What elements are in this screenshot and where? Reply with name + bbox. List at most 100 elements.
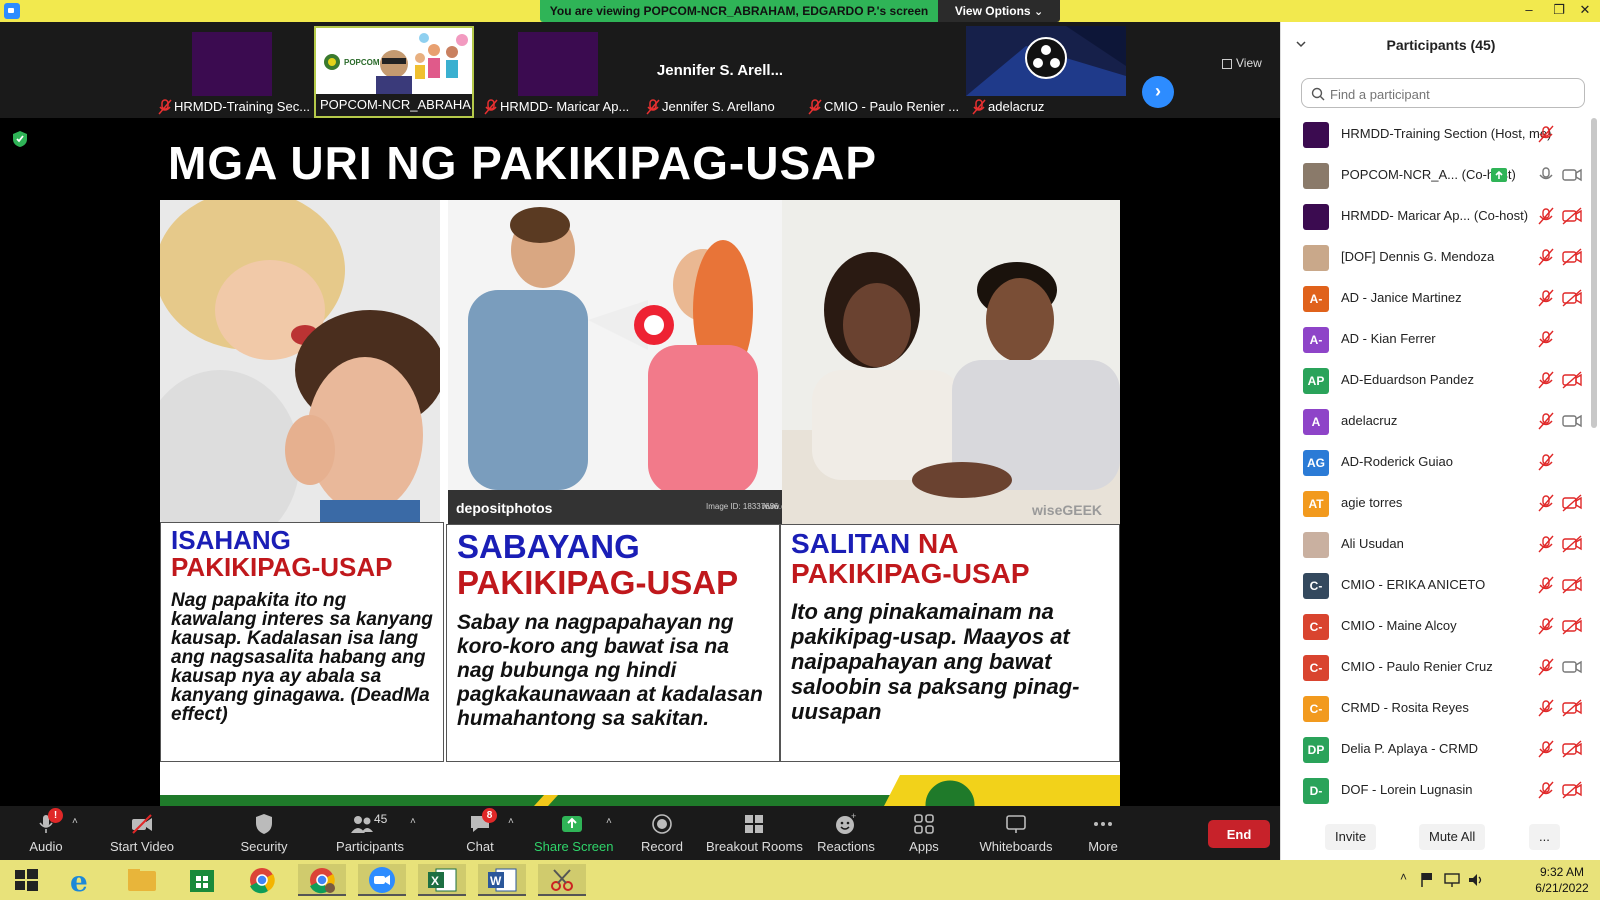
video-thumbnail[interactable]: HRMDD- Maricar Ap... [478, 26, 638, 118]
view-options-button[interactable]: View Options ⌄ [938, 0, 1060, 22]
taskbar-chrome-profile[interactable] [298, 864, 346, 896]
mic-muted-icon[interactable] [1537, 781, 1555, 799]
mic-muted-icon[interactable] [1537, 412, 1555, 430]
mic-muted-icon[interactable] [1537, 494, 1555, 512]
mic-muted-icon[interactable] [1537, 699, 1555, 717]
next-page-arrow-button[interactable]: › [1142, 76, 1174, 108]
record-button[interactable]: Record [638, 806, 686, 860]
tray-overflow-caret[interactable]: ˄ [1400, 870, 1407, 884]
video-thumbnail[interactable]: CMIO - Paulo Renier ... [802, 26, 962, 118]
participant-row[interactable]: HRMDD-Training Section (Host, me) [1281, 114, 1591, 155]
participant-row[interactable]: POPCOM-NCR_A... (Co-host) [1281, 155, 1591, 196]
participant-row[interactable]: Aadelacruz [1281, 401, 1591, 442]
video-camera-off-icon[interactable] [1561, 207, 1583, 225]
participant-row[interactable]: AG AD-Roderick Guiao [1281, 442, 1591, 483]
breakout-rooms-button[interactable]: Breakout Rooms [706, 806, 803, 860]
participant-name: AD-Eduardson Pandez [1341, 372, 1474, 387]
volume-icon[interactable] [1468, 872, 1484, 888]
video-camera-off-icon[interactable] [1561, 699, 1583, 717]
participant-row[interactable]: A- AD - Kian Ferrer [1281, 319, 1591, 360]
whiteboards-button[interactable]: Whiteboards [976, 806, 1056, 860]
more-options-button[interactable]: ... [1529, 824, 1560, 850]
microphone-icon[interactable] [1537, 166, 1555, 184]
mic-muted-icon[interactable] [1537, 617, 1555, 635]
network-icon[interactable] [1444, 872, 1460, 888]
mic-muted-icon[interactable] [1537, 125, 1555, 143]
taskbar-word[interactable]: W [478, 864, 526, 896]
mic-muted-icon[interactable] [1537, 535, 1555, 553]
mic-muted-icon[interactable] [1537, 330, 1555, 348]
participant-row[interactable]: [DOF] Dennis G. Mendoza [1281, 237, 1591, 278]
mic-muted-icon[interactable] [1537, 658, 1555, 676]
mic-muted-icon[interactable] [1537, 371, 1555, 389]
video-thumbnail-active-speaker[interactable]: POPCOM POPCOM-NCR_ABRAHA... [314, 26, 474, 118]
participant-search-input[interactable] [1330, 84, 1580, 104]
reactions-button[interactable]: + Reactions [814, 806, 878, 860]
taskbar-file-explorer[interactable] [118, 864, 166, 896]
encryption-shield-icon[interactable] [12, 130, 28, 148]
more-button[interactable]: More [1080, 806, 1126, 860]
audio-button[interactable]: ! Audio [18, 806, 74, 860]
view-toggle-button[interactable]: View [1222, 56, 1262, 70]
video-camera-off-icon[interactable] [1561, 494, 1583, 512]
participant-list-scrollbar[interactable] [1591, 118, 1597, 428]
video-thumbnail[interactable]: adelacruz [966, 26, 1126, 118]
taskbar-excel[interactable]: X [418, 864, 466, 896]
participant-row[interactable]: C- CMIO - Paulo Renier Cruz [1281, 647, 1591, 688]
video-thumbnail[interactable]: HRMDD-Training Sec... [152, 26, 312, 118]
video-camera-icon[interactable] [1561, 166, 1583, 184]
taskbar-snipping-tool[interactable] [538, 864, 586, 896]
participant-search-box[interactable] [1301, 78, 1585, 108]
video-camera-off-icon[interactable] [1561, 740, 1583, 758]
participant-row[interactable]: Ali Usudan [1281, 524, 1591, 565]
participant-row[interactable]: C- CMIO - ERIKA ANICETO [1281, 565, 1591, 606]
end-meeting-button[interactable]: End [1208, 820, 1270, 848]
invite-button[interactable]: Invite [1325, 824, 1377, 850]
mute-all-button[interactable]: Mute All [1419, 824, 1486, 850]
video-camera-off-icon[interactable] [1561, 248, 1583, 266]
chat-options-caret[interactable]: ˄ [508, 816, 514, 827]
taskbar-internet-explorer[interactable]: e [58, 864, 106, 898]
mic-muted-icon[interactable] [1537, 207, 1555, 225]
video-thumbnail[interactable]: Jennifer S. Arell... Jennifer S. Arellan… [640, 26, 800, 118]
mic-muted-icon[interactable] [1537, 453, 1555, 471]
video-camera-off-icon[interactable] [1561, 576, 1583, 594]
taskbar-chrome[interactable] [238, 864, 286, 896]
participant-row[interactable]: AT agie torres [1281, 483, 1591, 524]
mic-muted-icon[interactable] [1537, 289, 1555, 307]
minimize-button[interactable]: – [1514, 0, 1544, 22]
participant-row[interactable]: C- CRMD - Rosita Reyes [1281, 688, 1591, 729]
start-button[interactable] [2, 864, 50, 896]
video-camera-off-icon[interactable] [1561, 371, 1583, 389]
video-camera-off-icon[interactable] [1561, 535, 1583, 553]
share-options-caret[interactable]: ˄ [606, 816, 612, 827]
video-camera-off-icon[interactable] [1561, 781, 1583, 799]
participant-row[interactable]: DP Delia P. Aplaya - CRMD [1281, 729, 1591, 770]
start-video-button[interactable]: Start Video [102, 806, 182, 860]
close-window-button[interactable]: ✕ [1570, 0, 1600, 22]
taskbar-store[interactable] [178, 864, 226, 896]
audio-options-caret[interactable]: ˄ [72, 816, 78, 827]
video-camera-off-icon[interactable] [1561, 617, 1583, 635]
participant-row[interactable]: C- CMIO - Maine Alcoy [1281, 606, 1591, 647]
chat-button[interactable]: 8 Chat [454, 806, 506, 860]
participants-options-caret[interactable]: ˄ [410, 816, 416, 827]
mic-muted-icon[interactable] [1537, 740, 1555, 758]
participant-row[interactable]: A- AD - Janice Martinez [1281, 278, 1591, 319]
participant-row[interactable]: AP AD-Eduardson Pandez [1281, 360, 1591, 401]
participant-row[interactable]: D- DOF - Lorein Lugnasin [1281, 770, 1591, 811]
security-button[interactable]: Security [232, 806, 296, 860]
mic-muted-icon[interactable] [1537, 576, 1555, 594]
participants-button[interactable]: 45 Participants [330, 806, 410, 860]
video-camera-off-icon[interactable] [1561, 289, 1583, 307]
video-camera-icon[interactable] [1561, 658, 1583, 676]
participant-row[interactable]: HRMDD- Maricar Ap... (Co-host) [1281, 196, 1591, 237]
flag-icon[interactable] [1420, 872, 1434, 888]
video-camera-icon[interactable] [1561, 412, 1583, 430]
avatar: D- [1303, 778, 1329, 804]
share-screen-button[interactable]: Share Screen [534, 806, 614, 860]
system-clock[interactable]: 9:32 AM 6/21/2022 [1530, 864, 1594, 896]
apps-button[interactable]: Apps [900, 806, 948, 860]
taskbar-zoom[interactable] [358, 864, 406, 896]
mic-muted-icon[interactable] [1537, 248, 1555, 266]
